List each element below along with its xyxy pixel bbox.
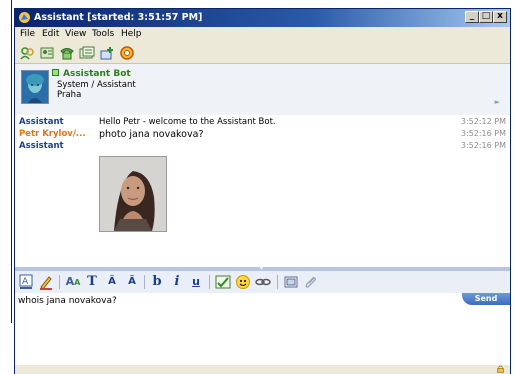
contact-group: System / Assistant [57, 80, 136, 90]
status-bar [15, 365, 510, 374]
window-title: Assistant [started: 3:51:57 PM] [34, 12, 203, 23]
text-style-button[interactable]: T [85, 274, 99, 290]
message-sender: Assistant [19, 141, 64, 151]
contact-name: Assistant Bot [63, 69, 131, 79]
contact-header: Assistant Bot System / Assistant Praha ► [15, 64, 510, 116]
message-sender: Assistant [19, 117, 64, 127]
phone-icon[interactable] [59, 45, 75, 61]
message-input[interactable]: whois jana novakova? Send [15, 293, 510, 365]
attach-icon[interactable] [303, 274, 319, 290]
menu-file[interactable]: File [20, 29, 35, 39]
add-contact-icon[interactable] [99, 45, 115, 61]
chat-message: Assistant Hello Petr - welcome to the As… [15, 117, 510, 129]
menu-bar: File Edit View Tools Help [15, 27, 510, 43]
app-icon [19, 12, 30, 23]
message-time: 3:52:16 PM [460, 141, 506, 150]
users-icon[interactable] [19, 45, 35, 61]
emoticon-icon[interactable] [235, 274, 251, 290]
toolbar-separator [277, 275, 278, 289]
menu-edit[interactable]: Edit [42, 29, 59, 39]
italic-button[interactable]: i [171, 274, 183, 290]
minimize-button[interactable]: _ [465, 11, 479, 23]
message-text: Hello Petr - welcome to the Assistant Bo… [99, 117, 276, 127]
card-icon[interactable] [79, 45, 95, 61]
spellcheck-icon[interactable] [215, 274, 231, 290]
format-toolbar: A AA T Ã Ã b i u [15, 271, 510, 294]
pen-icon[interactable] [39, 274, 53, 290]
message-photo[interactable] [99, 156, 167, 232]
grow-font-icon[interactable]: Ã [104, 274, 120, 290]
toolbar-separator [144, 275, 145, 289]
menu-tools[interactable]: Tools [92, 29, 114, 39]
message-input-text[interactable]: whois jana novakova? [18, 296, 117, 306]
lock-icon [497, 365, 504, 373]
chat-message: Assistant 3:52:16 PM [15, 141, 510, 153]
main-toolbar [15, 43, 510, 64]
send-button[interactable]: Send [462, 293, 510, 305]
background-divider [11, 0, 12, 323]
svg-text:A: A [22, 277, 29, 287]
block-icon[interactable] [119, 45, 135, 61]
font-icon[interactable]: AA [65, 274, 81, 290]
underline-button[interactable]: u [190, 274, 202, 290]
screenshot-icon[interactable] [283, 274, 299, 290]
expand-arrow-icon[interactable]: ► [495, 98, 500, 106]
message-time: 3:52:16 PM [460, 129, 506, 138]
maximize-button[interactable]: □ [479, 11, 493, 23]
message-text: photo jana novakova? [99, 129, 204, 140]
contact-avatar[interactable] [21, 70, 49, 104]
font-color-icon[interactable]: A [19, 274, 33, 290]
close-button[interactable]: x [493, 11, 507, 23]
toolbar-separator [209, 275, 210, 289]
chat-message: Petr Krylov/... photo jana novakova? 3:5… [15, 129, 510, 141]
title-bar[interactable]: Assistant [started: 3:51:57 PM] _ □ x [15, 9, 510, 27]
contact-location: Praha [57, 90, 82, 100]
online-status-icon [52, 69, 59, 76]
menu-help[interactable]: Help [121, 29, 142, 39]
bold-button[interactable]: b [151, 274, 163, 290]
menu-view[interactable]: View [65, 29, 86, 39]
assistant-window: Assistant [started: 3:51:57 PM] _ □ x Fi… [14, 8, 511, 374]
contacts-icon[interactable] [39, 45, 55, 61]
chat-history[interactable]: Assistant Hello Petr - welcome to the As… [15, 115, 510, 267]
toolbar-separator [59, 275, 60, 289]
link-icon[interactable] [255, 274, 271, 290]
message-sender: Petr Krylov/... [19, 129, 86, 139]
shrink-font-icon[interactable]: Ã [124, 274, 140, 290]
message-time: 3:52:12 PM [460, 117, 506, 126]
